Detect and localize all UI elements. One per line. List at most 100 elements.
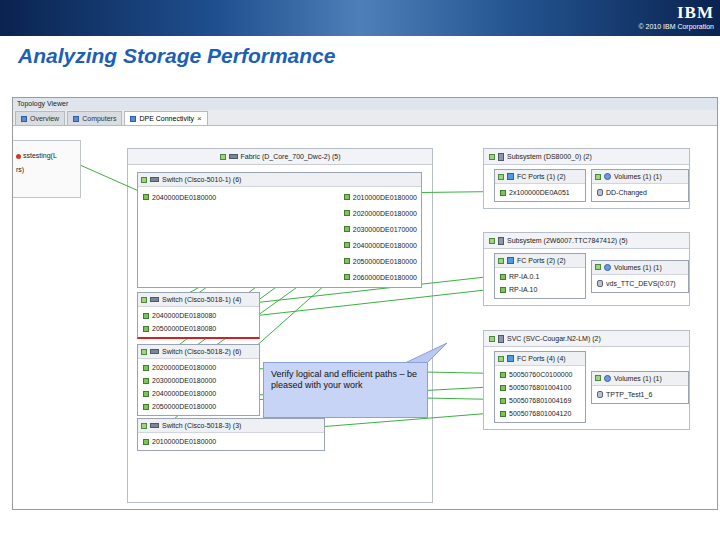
port-icon	[344, 274, 350, 280]
subsystem-header: Subsystem (DS8000_0) (2)	[484, 149, 689, 165]
collapse-icon[interactable]	[141, 177, 147, 183]
collapse-icon[interactable]	[498, 356, 504, 362]
port-icon	[143, 326, 149, 332]
volume[interactable]: TPTP_Test1_6	[592, 388, 688, 401]
fc-ports-box[interactable]: FC Ports (4) (4)50050760C010000050050768…	[494, 351, 586, 423]
switch-port[interactable]: 2010000DE0180000	[339, 189, 417, 205]
port-icon	[143, 194, 149, 200]
fc-port[interactable]: 5005076801004120	[495, 407, 585, 420]
switch-port[interactable]: 2030000DE0170000	[339, 221, 417, 237]
slide: IBM© 2010 IBM Corporation Analyzing Stora…	[0, 0, 720, 540]
volumes-box[interactable]: Volumes (1) (1)DD-Changed	[591, 169, 689, 202]
switch-port[interactable]: 2030000DE0180000	[138, 374, 259, 387]
collapse-icon[interactable]	[498, 174, 504, 180]
fc-port[interactable]: RP-IA.10	[495, 283, 585, 296]
volumes-header: Volumes (1) (1)	[592, 261, 688, 275]
volume[interactable]: vds_TTC_DEVS(0:07)	[592, 277, 688, 290]
fc-port[interactable]: 5005076801004169	[495, 394, 585, 407]
fc-ports-header: FC Ports (2) (2)	[495, 254, 585, 268]
subsystem-group[interactable]: Subsystem (DS8000_0) (2) FC Ports (1) (2)…	[483, 148, 690, 209]
switch-port[interactable]: 2020000DE0180000	[339, 205, 417, 221]
port-icon	[344, 210, 350, 216]
switch-port[interactable]: 2050000DE0180080	[138, 322, 259, 335]
switch-port[interactable]: 2040000DE0180000	[339, 237, 417, 253]
fc-ports-box[interactable]: FC Ports (1) (2) 2x100000DE0A051	[494, 169, 586, 202]
port-icon	[500, 385, 506, 391]
switch-port[interactable]: 2050000DE0180000	[339, 253, 417, 269]
subsystem-icon	[498, 335, 504, 343]
volumes-icon	[604, 375, 611, 382]
fc-port[interactable]: RP-IA.0.1	[495, 270, 585, 283]
port-icon	[344, 258, 350, 264]
volumes-box[interactable]: Volumes (1) (1) vds_TTC_DEVS(0:07)	[591, 260, 689, 293]
switch-port[interactable]: 2010000DE0180000	[138, 435, 324, 448]
switch-node[interactable]: Switch (Cisco-5018-2) (6)2020000DE018000…	[137, 344, 260, 416]
fc-port[interactable]: 5005076801004100	[495, 381, 585, 394]
switch-port[interactable]: 2060000DE0180000	[339, 269, 417, 285]
collapse-icon[interactable]	[489, 154, 495, 160]
collapse-icon[interactable]	[141, 297, 147, 303]
fc-port[interactable]: 2x100000DE0A051	[495, 186, 585, 199]
topology-viewer-window: Topology ViewerOverviewComputersDPE Conn…	[12, 97, 718, 510]
subsystem-group[interactable]: SVC (SVC-Cougar.N2-LM) (2) FC Ports (4) (…	[483, 330, 690, 430]
collapse-icon[interactable]	[489, 336, 495, 342]
fc-port[interactable]: 50050760C0100000	[495, 368, 585, 381]
copyright: © 2010 IBM Corporation	[638, 22, 714, 32]
collapse-icon[interactable]	[141, 349, 147, 355]
port-icon	[143, 391, 149, 397]
switch-port[interactable]: 2040000DE0180080	[138, 309, 259, 322]
switch-header: Switch (Cisco-5018-3) (3)	[138, 419, 324, 433]
switch-node[interactable]: Switch (Cisco-5010-1) (6)2040000DE018000…	[137, 172, 422, 288]
volumes-icon	[604, 173, 611, 180]
subsystem-group[interactable]: Subsystem (2W6007.TTC7847412) (5)FC Port…	[483, 232, 690, 306]
collapse-icon[interactable]	[498, 258, 504, 264]
switch-port[interactable]: 2040000DE0180000	[138, 387, 259, 400]
collapse-icon[interactable]	[595, 264, 601, 270]
callout-pointer	[405, 343, 447, 363]
collapse-icon[interactable]	[220, 154, 226, 160]
fc-ports-header: FC Ports (4) (4)	[495, 352, 585, 366]
subsystem-icon	[498, 153, 504, 161]
close-icon[interactable]: ×	[197, 114, 202, 123]
switch-port[interactable]: 2020000DE0180000	[138, 361, 259, 374]
collapse-icon[interactable]	[595, 174, 601, 180]
slide-title: Analyzing Storage Performance	[0, 36, 720, 97]
port-icon	[143, 378, 149, 384]
fc-ports-box[interactable]: FC Ports (2) (2) RP-IA.0.1RP-IA.10	[494, 253, 586, 299]
port-icon	[344, 242, 350, 248]
ibm-logo: IBM	[677, 3, 714, 22]
collapse-icon[interactable]	[141, 423, 147, 429]
host-group[interactable]: sstesting(Lrs)	[13, 140, 81, 198]
subsystem-icon	[498, 237, 504, 245]
view-icon	[130, 116, 136, 122]
switch-port[interactable]: 2050000DE0180000	[138, 400, 259, 413]
fc-ports-header: FC Ports (1) (2)	[495, 170, 585, 184]
port-icon	[143, 439, 149, 445]
port-icon	[500, 411, 506, 417]
view-icon	[73, 116, 79, 122]
collapse-icon[interactable]	[489, 238, 495, 244]
window-title: Topology Viewer	[13, 98, 717, 110]
collapse-icon[interactable]	[595, 375, 601, 381]
port-icon	[500, 398, 506, 404]
fabric-header[interactable]: Fabric (D_Core_700_Dwc-2) (5)	[128, 149, 432, 165]
topology-canvas[interactable]: sstesting(Lrs) Fabric (D_Core_700_Dwc-2) …	[13, 126, 717, 509]
switch-port[interactable]: 2040000DE0180000	[138, 189, 216, 205]
volume[interactable]: DD-Changed	[592, 186, 688, 199]
tab[interactable]: Overview	[15, 111, 65, 125]
callout: Verify logical and efficient paths – be …	[263, 362, 428, 418]
switch-node[interactable]: Switch (Cisco-5018-3) (3) 2010000DE018000…	[137, 418, 325, 451]
port-icon	[500, 287, 506, 293]
port-icon	[500, 274, 506, 280]
switch-icon	[150, 297, 159, 302]
switch-header: Switch (Cisco-5018-1) (4)	[138, 293, 259, 307]
volumes-box[interactable]: Volumes (1) (1)TPTP_Test1_6	[591, 371, 689, 404]
disk-icon	[597, 391, 603, 398]
switch-node[interactable]: Switch (Cisco-5018-1) (4) 2040000DE018008…	[137, 292, 260, 339]
tab[interactable]: Computers	[67, 111, 122, 125]
subsystem-header: SVC (SVC-Cougar.N2-LM) (2)	[484, 331, 689, 347]
switch-icon	[150, 423, 159, 428]
switch-icon	[150, 177, 159, 182]
tab[interactable]: DPE Connectivity×	[124, 111, 207, 125]
disk-icon	[597, 280, 603, 287]
